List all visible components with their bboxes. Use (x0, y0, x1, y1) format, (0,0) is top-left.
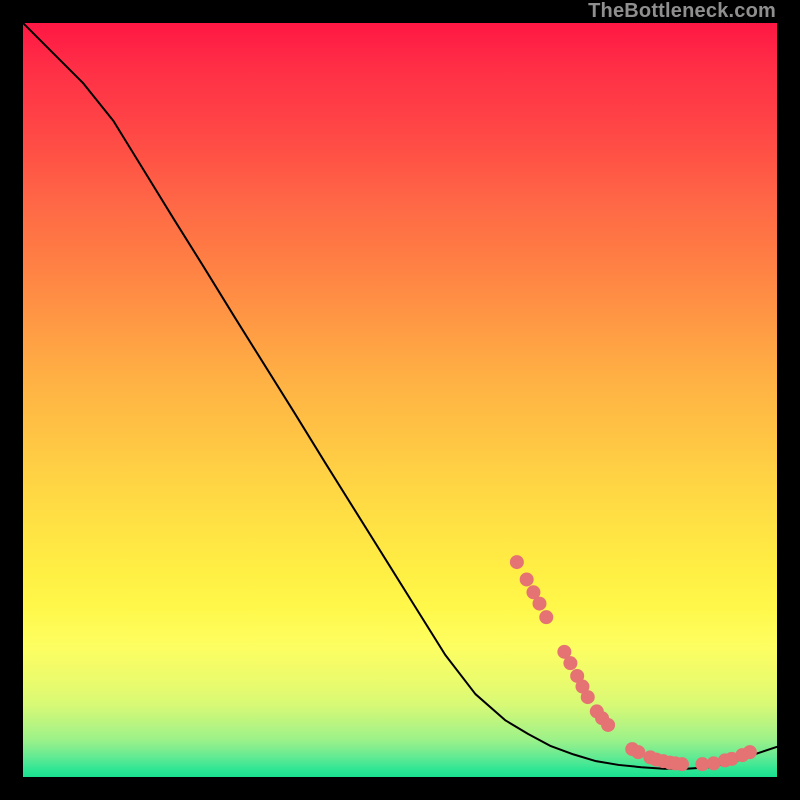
curve-marker (510, 556, 523, 569)
curve-markers (510, 556, 756, 771)
curve-marker (676, 758, 689, 771)
curve-marker (533, 597, 546, 610)
curve-marker (743, 746, 756, 759)
curve-marker (632, 746, 645, 759)
curve-marker (520, 573, 533, 586)
chart-container: TheBottleneck.com (0, 0, 800, 800)
watermark-text: TheBottleneck.com (588, 1, 776, 21)
curve-marker (602, 718, 615, 731)
curve-marker (564, 657, 577, 670)
plot-area (23, 23, 777, 777)
curve-marker (540, 611, 553, 624)
curve-marker (581, 691, 594, 704)
curve-layer (23, 23, 777, 777)
bottleneck-curve (23, 23, 777, 769)
